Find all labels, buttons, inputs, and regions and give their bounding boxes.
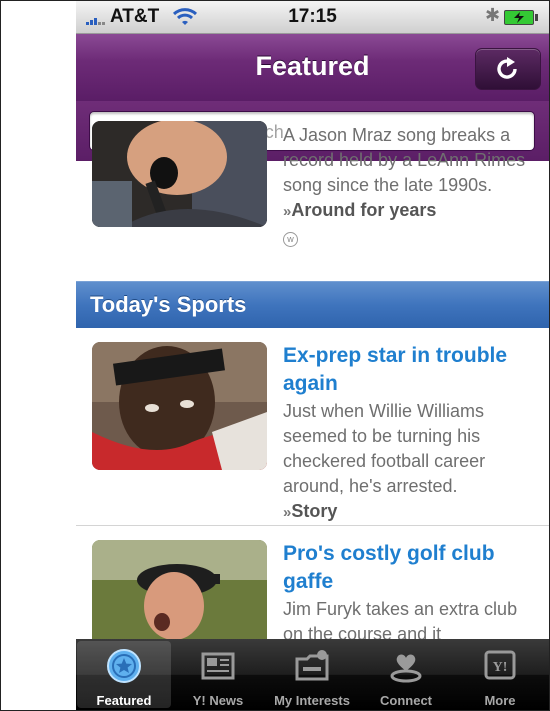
story-thumbnail (92, 540, 267, 650)
story-text: Pro's costly golf club gaffe Jim Furyk t… (283, 540, 538, 647)
tab-my-interests[interactable]: My Interests (265, 641, 359, 708)
tab-label: My Interests (274, 693, 350, 708)
bluetooth-icon: ✱ (485, 5, 501, 25)
tab-label: Connect (380, 693, 432, 708)
tab-featured[interactable]: Featured (77, 641, 171, 708)
status-bar: AT&T 17:15 ✱ (76, 1, 549, 34)
source-badge-icon: w (283, 232, 298, 247)
screenshot-frame: AT&T 17:15 ✱ Featured Yahoo! oneSearch A… (0, 0, 550, 711)
clock: 17:15 (288, 6, 337, 27)
tab-label: More (484, 693, 516, 708)
refresh-icon (497, 57, 517, 79)
story-thumbnail (92, 121, 267, 227)
yahoo-logo-icon: Y! (484, 650, 516, 680)
svg-text:Y!: Y! (493, 660, 508, 675)
tab-more[interactable]: Y! More (453, 641, 547, 708)
tab-connect[interactable]: Connect (359, 641, 453, 708)
folder-icon (295, 650, 329, 681)
story-summary: A Jason Mraz song breaks a record held b… (283, 125, 526, 195)
story-link[interactable]: Story (291, 501, 337, 521)
story-headline[interactable]: Pro's costly golf club gaffe (283, 540, 538, 596)
story-summary: Just when Willie Williams seemed to be t… (283, 401, 486, 496)
tab-y-news[interactable]: Y! News (171, 641, 265, 708)
story-summary: Jim Furyk takes an extra club on the cou… (283, 599, 518, 644)
story-text: Ex-prep star in trouble again Just when … (283, 342, 538, 525)
star-badge-icon (107, 649, 141, 683)
tab-bar: Featured Y! News My Interests Connect Y!… (76, 639, 549, 710)
newspaper-icon (201, 652, 235, 680)
nav-header: Featured (76, 34, 549, 101)
tab-label: Featured (96, 693, 152, 708)
story-headline[interactable]: Ex-prep star in trouble again (283, 342, 538, 398)
refresh-button[interactable] (475, 48, 541, 90)
connect-heart-icon (390, 654, 422, 683)
battery-icon (504, 10, 538, 25)
section-title: Today's Sports (90, 292, 247, 317)
section-header: Today's Sports (76, 281, 549, 328)
story-thumbnail (92, 342, 267, 470)
story-link[interactable]: Around for years (291, 200, 436, 220)
tab-label: Y! News (192, 693, 244, 708)
phone-screen: AT&T 17:15 ✱ Featured Yahoo! oneSearch A… (76, 1, 549, 710)
divider (76, 525, 549, 526)
story-text: A Jason Mraz song breaks a record held b… (283, 123, 538, 249)
